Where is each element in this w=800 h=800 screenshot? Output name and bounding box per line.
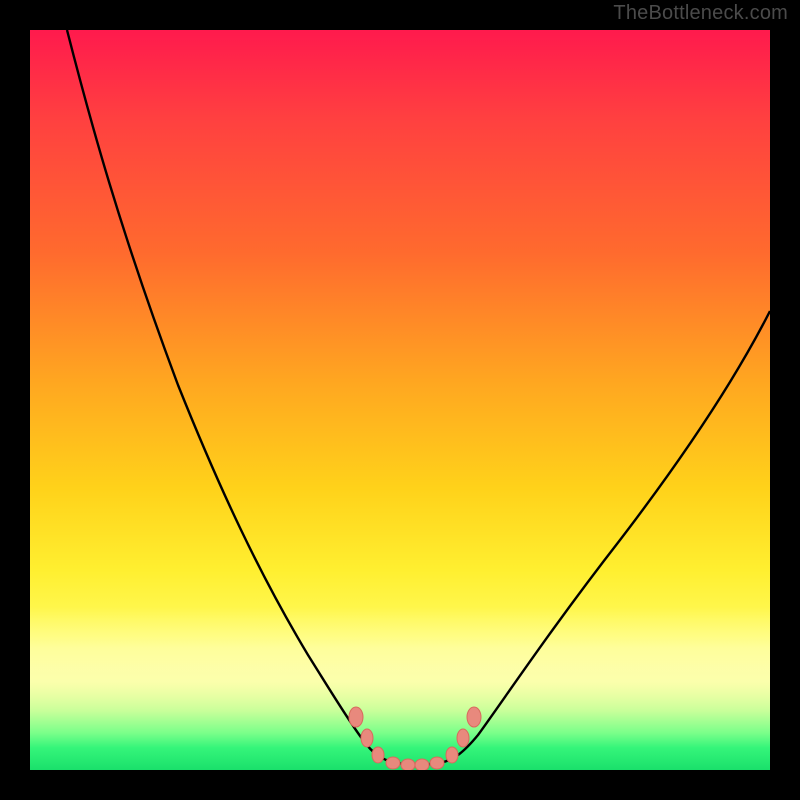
chart-marker xyxy=(386,757,400,769)
chart-marker xyxy=(457,729,469,747)
chart-marker xyxy=(349,707,363,727)
chart-marker xyxy=(446,747,458,763)
chart-marker xyxy=(467,707,481,727)
chart-marker xyxy=(415,759,429,770)
bottleneck-curve xyxy=(67,30,770,765)
chart-frame: TheBottleneck.com xyxy=(0,0,800,800)
chart-marker xyxy=(430,757,444,769)
plot-area xyxy=(30,30,770,770)
chart-marker xyxy=(372,747,384,763)
bottleneck-curve-svg xyxy=(30,30,770,770)
chart-marker xyxy=(401,759,415,770)
watermark-text: TheBottleneck.com xyxy=(613,2,788,25)
chart-marker xyxy=(361,729,373,747)
marker-group xyxy=(349,707,481,770)
